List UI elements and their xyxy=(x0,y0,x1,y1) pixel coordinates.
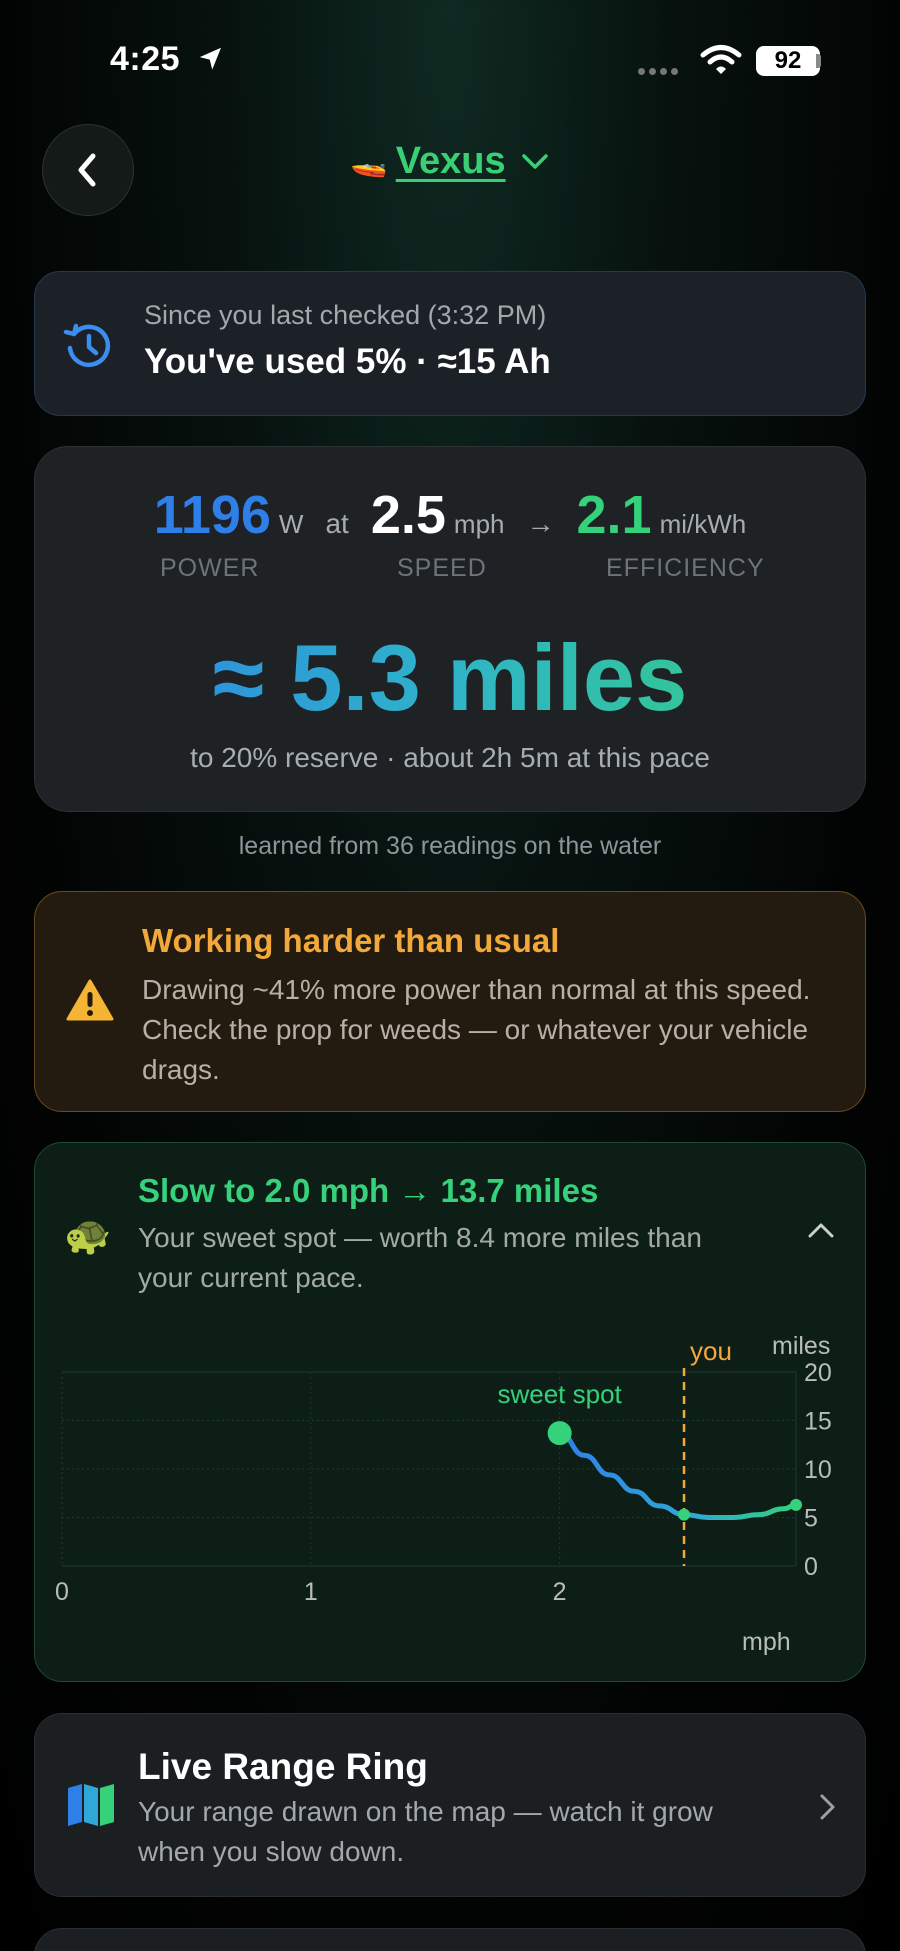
battery-tip xyxy=(816,54,821,68)
power-label: POWER xyxy=(160,554,260,582)
stats-row: 1196 W at 2.5 mph → 2.1 mi/kWh xyxy=(34,484,866,546)
sweet-spot-chart: 20 15 10 5 0 0 1 2 miles mph sweet spot you xyxy=(55,1332,832,1656)
x-tick-label: 0 xyxy=(55,1578,69,1606)
efficiency-unit: mi/kWh xyxy=(659,509,747,539)
warning-triangle-icon xyxy=(66,979,114,1021)
live-range-title: Live Range Ring xyxy=(138,1746,428,1787)
arrow-right-icon: → xyxy=(526,508,555,539)
y-tick-label: 15 xyxy=(804,1408,832,1436)
turtle-icon: 🐢 xyxy=(64,1215,112,1257)
signal-dots-icon xyxy=(638,62,682,80)
warning-title: Working harder than usual xyxy=(142,922,560,959)
current-point xyxy=(678,1508,691,1521)
at-label: at xyxy=(325,508,349,539)
status-time: 4:25 xyxy=(110,40,181,78)
y-unit-label: miles xyxy=(772,1332,830,1360)
sweet-spot-point xyxy=(547,1421,572,1446)
map-icon xyxy=(68,1784,114,1826)
sweet-spot-body: Your sweet spot — worth 8.4 more miles t… xyxy=(138,1222,702,1293)
y-tick-label: 10 xyxy=(804,1456,832,1484)
speed-label: SPEED xyxy=(397,554,487,582)
learned-note: learned from 36 readings on the water xyxy=(238,832,662,860)
vehicle-selector[interactable]: 🚤 Vexus xyxy=(0,140,900,183)
range-detail: to 20% reserve · about 2h 5m at this pac… xyxy=(190,742,710,773)
sweet-spot-label: sweet spot xyxy=(497,1379,622,1409)
power-value: 1196 xyxy=(153,485,271,545)
vehicle-name[interactable]: Vexus xyxy=(396,140,506,183)
since-summary: You've used 5% · ≈15 Ah xyxy=(144,342,551,381)
chevron-down-icon[interactable] xyxy=(520,152,550,172)
y-tick-label: 20 xyxy=(804,1359,832,1387)
wifi-icon xyxy=(700,45,742,74)
speed-value: 2.5 xyxy=(370,485,446,545)
range-curve xyxy=(557,1430,799,1520)
chevron-right-icon[interactable] xyxy=(818,1792,838,1822)
y-tick-label: 0 xyxy=(804,1553,818,1581)
power-unit: W xyxy=(278,509,304,539)
range-estimate: ≈ 5.3 miles xyxy=(34,624,866,732)
next-card[interactable] xyxy=(34,1928,866,1951)
sweet-spot-title: Slow to 2.0 mph → 13.7 miles xyxy=(138,1172,599,1209)
you-label: you xyxy=(690,1336,732,1366)
battery-indicator: 92 xyxy=(756,46,820,76)
efficiency-label: EFFICIENCY xyxy=(606,554,765,582)
x-tick-label: 1 xyxy=(304,1578,318,1606)
boat-icon: 🚤 xyxy=(350,145,388,178)
location-arrow-icon xyxy=(199,47,221,70)
y-tick-label: 5 xyxy=(804,1505,818,1533)
live-range-body: Your range drawn on the map — watch it g… xyxy=(138,1796,713,1867)
since-subtitle: Since you last checked (3:32 PM) xyxy=(144,300,547,330)
efficiency-value: 2.1 xyxy=(576,485,652,545)
speed-unit: mph xyxy=(453,509,505,539)
history-clock-icon xyxy=(63,323,111,368)
chevron-up-icon[interactable] xyxy=(806,1220,836,1240)
x-unit-label: mph xyxy=(742,1628,791,1656)
curve-end-point xyxy=(790,1498,802,1511)
warning-body: Drawing ~41% more power than normal at t… xyxy=(142,974,811,1085)
x-tick-label: 2 xyxy=(553,1578,567,1606)
